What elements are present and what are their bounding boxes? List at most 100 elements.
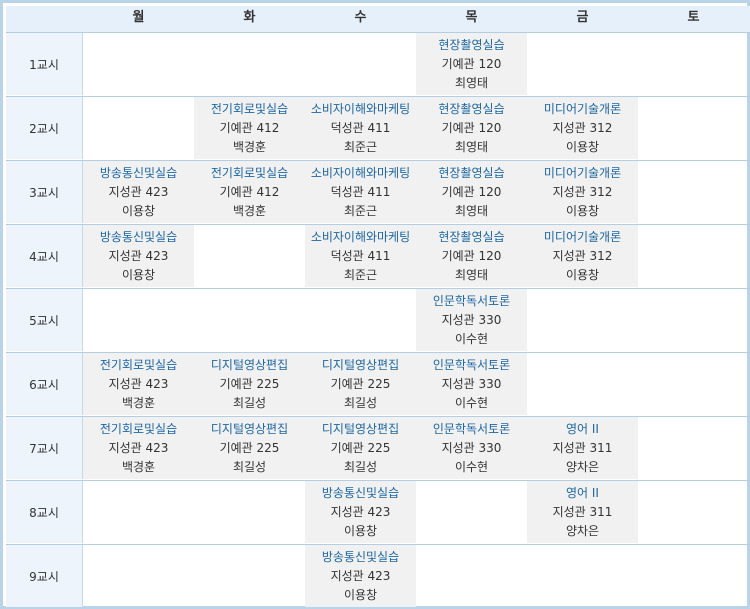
period-label: 1교시 [6, 33, 83, 95]
class-cell[interactable]: 디지털영상편집 기예관 225 최길성 [305, 353, 416, 415]
course-name: 디지털영상편집 [210, 357, 289, 372]
course-name: 디지털영상편집 [321, 421, 400, 436]
teacher-name: 최길성 [232, 395, 267, 410]
teacher-name: 양차은 [565, 459, 600, 474]
class-cell[interactable]: 방송통신및실습지성관 423 이용창 [83, 161, 194, 223]
teacher-name: 최길성 [343, 395, 378, 410]
day-header-0: 월 [132, 10, 145, 25]
period-row: 4교시 방송통신및실습 지성관 423 이용창 소비자이해와마케팅 덕성관 411 최준근 현… [6, 224, 750, 287]
classroom-label: 지성관 423 [330, 504, 391, 519]
empty-cell [416, 545, 527, 607]
course-name: 방송통신및실습 [321, 485, 400, 500]
empty-cell [638, 417, 750, 479]
empty-cell [305, 289, 416, 351]
empty-cell [638, 33, 750, 95]
teacher-name: 이용창 [343, 523, 378, 538]
class-cell[interactable]: 현장촬영실습 기예관 120 최영태 [416, 97, 527, 159]
class-cell[interactable]: 디지털영상편집 기예관 225 최길성 [194, 417, 305, 479]
classroom-label: 지성관 330 [441, 376, 502, 391]
teacher-name: 최영태 [454, 203, 489, 218]
day-header-5: 토 [687, 10, 700, 25]
class-cell[interactable]: 소비자이해와마케팅 덕성관 411 최준근 [305, 225, 416, 287]
classroom-label: 지성관 312 [552, 184, 613, 199]
class-cell[interactable]: 현장촬영실습 기예관 120 최영태 [416, 33, 527, 95]
class-cell[interactable]: 미디어기술개론 지성관 312 이용창 [527, 225, 638, 287]
class-cell[interactable]: 영어 II 지성관 311 양차은 [527, 481, 638, 543]
teacher-name: 이용창 [121, 267, 156, 282]
classroom-label: 기예관 120 [441, 120, 502, 135]
course-name: 현장촬영실습 [438, 101, 505, 116]
classroom-label: 지성관 423 [108, 376, 169, 391]
course-name: 인문학독서토론 [432, 293, 511, 308]
classroom-label: 기예관 225 [330, 440, 391, 455]
classroom-label: 지성관 330 [441, 312, 502, 327]
empty-cell [416, 481, 527, 543]
course-name: 전기회로및실습 [99, 421, 178, 436]
classroom-label: 기예관 412 [219, 120, 280, 135]
class-cell[interactable]: 소비자이해와마케팅 덕성관 411 최준근 [305, 161, 416, 223]
period-label: 6교시 [6, 353, 83, 415]
class-cell[interactable]: 인문학독서토론 지성관 330 이수현 [416, 289, 527, 351]
empty-cell [305, 33, 416, 95]
course-name: 미디어기술개론 [543, 165, 622, 180]
class-cell[interactable]: 전기회로및실습 지성관 423 백경훈 [83, 417, 194, 479]
class-cell[interactable]: 현장촬영실습 기예관 120 최영태 [416, 225, 527, 287]
period-label: 5교시 [6, 289, 83, 351]
teacher-name: 최영태 [454, 75, 489, 90]
class-cell[interactable]: 인문학독서토론 지성관 330 이수현 [416, 353, 527, 415]
class-cell[interactable]: 방송통신및실습 지성관 423 이용창 [83, 225, 194, 287]
class-cell[interactable]: 방송통신및실습 지성관 423 이용창 [305, 545, 416, 607]
class-cell[interactable]: 미디어기술개론지성관 312 이용창 [527, 161, 638, 223]
empty-cell [83, 97, 194, 159]
class-cell[interactable]: 전기회로및실습 기예관 412 백경훈 [194, 97, 305, 159]
empty-cell [527, 289, 638, 351]
teacher-name: 이용창 [121, 203, 156, 218]
classroom-label: 덕성관 411 [330, 184, 391, 199]
course-name: 소비자이해와마케팅 [310, 165, 411, 180]
period-row: 8교시 방송통신및실습 지성관 423 이용창 영어 II 지성관 311 양차은 [6, 480, 750, 543]
empty-cell [194, 289, 305, 351]
period-row: 5교시 인문학독서토론 지성관 330 이수현 [6, 288, 750, 351]
day-header-1: 화 [243, 10, 256, 25]
period-label: 3교시 [6, 161, 83, 223]
classroom-label: 기예관 225 [219, 440, 280, 455]
class-cell[interactable]: 방송통신및실습지성관 423 이용창 [305, 481, 416, 543]
course-name: 방송통신및실습 [321, 549, 400, 564]
class-cell[interactable]: 소비자이해와마케팅 덕성관 411 최준근 [305, 97, 416, 159]
course-name: 현장촬영실습 [438, 37, 505, 52]
teacher-name: 백경훈 [121, 395, 156, 410]
course-name: 영어 II [566, 421, 599, 436]
course-name: 방송통신및실습 [99, 165, 178, 180]
empty-cell [83, 481, 194, 543]
teacher-name: 이용창 [565, 203, 600, 218]
classroom-label: 기예관 225 [219, 376, 280, 391]
class-cell[interactable]: 전기회로및실습 지성관 423 백경훈 [83, 353, 194, 415]
period-row: 1교시 현장촬영실습 기예관 120 최영태 [6, 32, 750, 95]
period-label: 7교시 [6, 417, 83, 479]
classroom-label: 지성관 311 [552, 440, 613, 455]
course-name: 영어 II [566, 485, 599, 500]
classroom-label: 기예관 225 [330, 376, 391, 391]
course-name: 인문학독서토론 [432, 357, 511, 372]
class-cell[interactable]: 미디어기술개론 지성관 312 이용창 [527, 97, 638, 159]
class-cell[interactable]: 디지털영상편집기예관 225 최길성 [194, 353, 305, 415]
period-label: 9교시 [6, 545, 83, 607]
day-header-4: 금 [576, 10, 589, 25]
empty-cell [527, 353, 638, 415]
class-cell[interactable]: 전기회로및실습 기예관 412 백경훈 [194, 161, 305, 223]
classroom-label: 기예관 120 [441, 184, 502, 199]
classroom-label: 덕성관 411 [330, 120, 391, 135]
classroom-label: 덕성관 411 [330, 248, 391, 263]
empty-cell [194, 545, 305, 607]
period-row: 2교시 전기회로및실습 기예관 412 백경훈 소비자이해와마케팅 덕성관 411 최준근 현… [6, 96, 750, 159]
classroom-label: 지성관 423 [108, 184, 169, 199]
classroom-label: 지성관 311 [552, 504, 613, 519]
class-cell[interactable]: 영어 II 지성관 311 양차은 [527, 417, 638, 479]
teacher-name: 양차은 [565, 523, 600, 538]
class-cell[interactable]: 인문학독서토론 지성관 330 이수현 [416, 417, 527, 479]
teacher-name: 이용창 [565, 139, 600, 154]
class-cell[interactable]: 디지털영상편집 기예관 225 최길성 [305, 417, 416, 479]
class-cell[interactable]: 현장촬영실습 기예관 120 최영태 [416, 161, 527, 223]
period-row: 3교시 방송통신및실습지성관 423 이용창 전기회로및실습 기예관 412 백경훈 소비자… [6, 160, 750, 223]
timetable: 월화수목금토 1교시 현장촬영실습 기예관 120 최영태 2교시 전기회로및실습 기예관 … [0, 0, 750, 609]
